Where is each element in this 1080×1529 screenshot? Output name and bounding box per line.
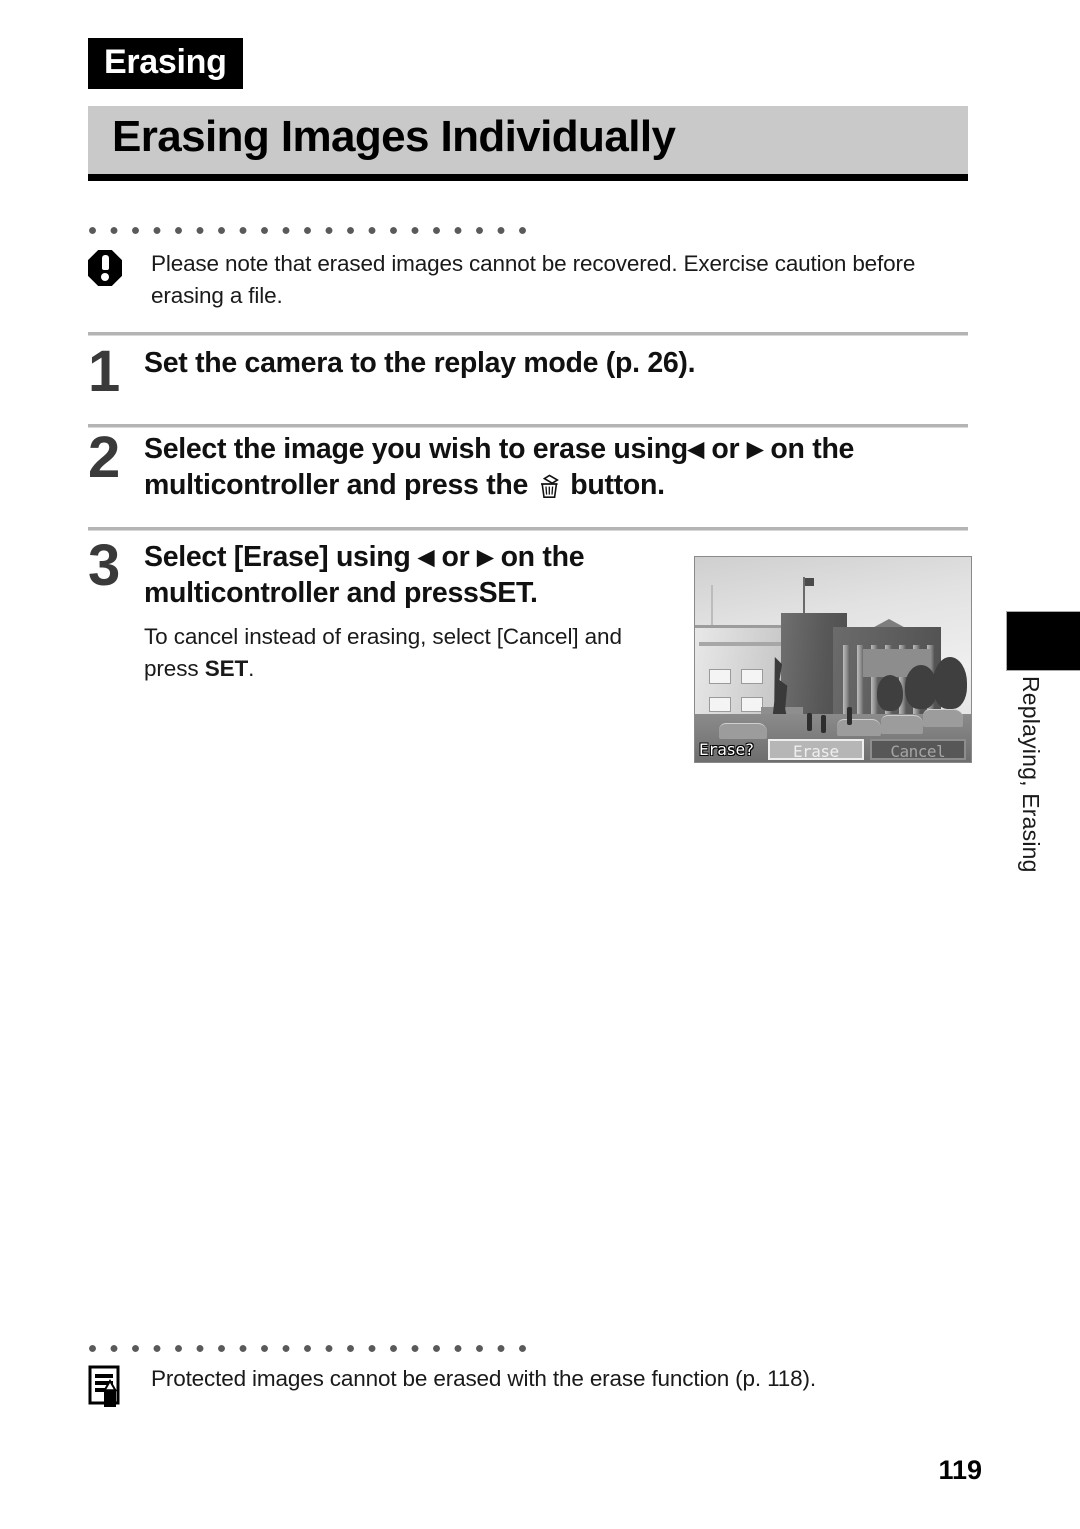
section-badge: Erasing [88,38,243,89]
step-3-set-label: SET [478,576,531,609]
step-3-text-part1: Select [Erase] using [144,541,411,573]
lcd-pedestrian [847,707,852,725]
lcd-car [837,719,881,736]
page-title: Erasing Images Individually [112,112,676,161]
separator-2 [88,424,968,428]
camera-lcd-screenshot: Erase? Erase Cancel [694,556,972,763]
step-3-subtext: To cancel instead of erasing, select [Ca… [144,621,678,685]
lcd-window [709,669,731,684]
page-number: 119 [938,1455,982,1485]
arrow-left-icon: ◀ [418,546,434,569]
lcd-pedestrian [821,715,826,733]
caution-note-text: Please note that erased images cannot be… [151,251,916,308]
lcd-confirm-bar: Erase? Erase Cancel [695,736,971,762]
dotted-rule-bottom [88,1344,540,1353]
arrow-right-icon: ▶ [746,438,763,461]
step-1: 1 Set the camera to the replay mode (p. … [88,339,948,404]
step-3-number: 3 [88,533,121,598]
lcd-window [741,697,763,712]
lcd-flag [805,578,814,586]
step-3-text-part3: . [529,576,538,609]
separator-3 [88,527,968,531]
step-2-or: or [711,433,740,465]
dotted-rule-top [88,226,540,235]
lcd-car [881,715,923,734]
lcd-window [709,697,731,712]
step-3-sub-part2: . [248,655,255,681]
step-3-sub-set-label: SET [204,655,249,681]
step-1-title: Set the camera to the replay mode (p. 26… [144,347,696,379]
lcd-erase-prompt: Erase? [699,739,754,759]
memo-note-text: Protected images cannot be erased with t… [151,1366,816,1391]
lcd-window [741,669,763,684]
page-title-bar: Erasing Images Individually [88,106,968,181]
lcd-pedestrian [807,713,812,731]
memo-pencil-icon [88,1365,132,1409]
step-3-or: or [441,541,470,573]
lcd-tree [877,675,903,711]
arrow-right-icon: ▶ [477,546,493,569]
caution-octagon-icon [88,250,132,286]
side-index-tab-marker [1006,611,1080,671]
memo-note: Protected images cannot be erased with t… [88,1363,978,1409]
step-3-title: Select [Erase] using ◀ or ▶ on the multi… [144,540,678,612]
trash-can-icon [538,473,561,499]
separator-1 [88,332,968,336]
manual-page: Erasing Erasing Images Individually Plea… [0,0,1080,1529]
step-2-text-part1: Select the image you wish to erase using [144,433,688,465]
step-2: 2 Select the image you wish to erase usi… [88,425,948,504]
lcd-car [923,709,963,727]
step-2-title: Select the image you wish to erase using… [144,432,948,504]
lcd-erase-button[interactable]: Erase [767,738,864,761]
caution-note: Please note that erased images cannot be… [88,248,978,312]
arrow-left-icon: ◀ [687,438,704,461]
step-2-text-part3: button. [570,468,665,501]
step-3: 3 Select [Erase] using ◀ or ▶ on the mul… [88,533,678,685]
step-2-number: 2 [88,425,121,490]
lcd-tree [933,657,967,709]
step-1-number: 1 [88,339,121,404]
lcd-cancel-button[interactable]: Cancel [869,738,966,761]
side-index-tab-label: Replaying, Erasing [1018,676,1044,873]
